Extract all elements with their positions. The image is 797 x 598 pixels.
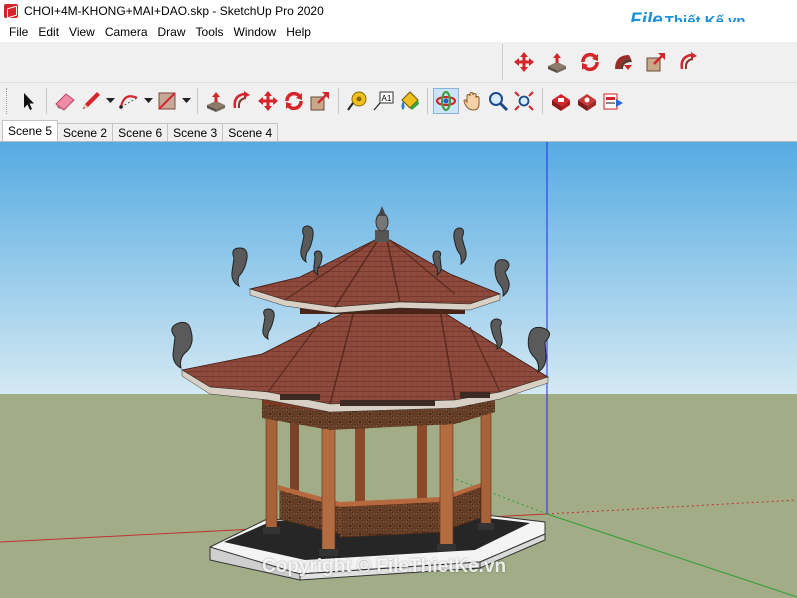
orbit-icon[interactable] [433,87,459,114]
tab-scene-2[interactable]: Scene 2 [57,123,114,141]
menu-help[interactable]: Help [281,25,316,39]
paint-bucket-icon[interactable] [396,88,422,114]
window-title: CHOI+4M-KHONG+MAI+DAO.skp - SketchUp Pro… [24,4,324,18]
menu-edit[interactable]: Edit [33,25,64,39]
tab-scene-3[interactable]: Scene 3 [167,123,224,141]
tab-scene-5[interactable]: Scene 5 [2,120,59,141]
follow-me-icon[interactable] [610,49,636,75]
rotate-icon[interactable] [281,88,307,114]
move-icon[interactable] [255,88,281,114]
model-viewport[interactable] [0,141,797,598]
tab-scene-6[interactable]: Scene 6 [112,123,169,141]
viewport-canvas[interactable] [0,142,797,598]
pencil-icon[interactable] [78,88,104,114]
move-icon[interactable] [511,49,537,75]
tape-measure-icon[interactable] [344,88,370,114]
toolbar-separator [197,87,198,114]
menu-draw[interactable]: Draw [153,25,191,39]
zoom-icon[interactable] [485,88,511,114]
menu-file[interactable]: File [4,25,33,39]
scene-tabs: Scene 5 Scene 2 Scene 6 Scene 3 Scene 4 [0,119,797,141]
menu-camera[interactable]: Camera [100,25,153,39]
pan-icon[interactable] [459,88,485,114]
toolbar-grip[interactable] [6,87,9,114]
menu-view[interactable]: View [64,25,100,39]
send-layout-icon[interactable] [600,88,626,114]
scale-icon[interactable] [643,49,669,75]
menu-bar: File Edit View Camera Draw Tools Window … [0,22,797,42]
text-icon[interactable]: A1 [370,88,396,114]
rectangle-icon[interactable] [154,88,180,114]
toolbar-separator [46,87,47,114]
toolbar-separator [338,87,339,114]
zoom-extents-icon[interactable] [511,88,537,114]
extension-warehouse-icon[interactable] [574,88,600,114]
toolbar-separator [542,87,543,114]
arc-icon[interactable] [116,88,142,114]
menu-window[interactable]: Window [229,25,282,39]
rectangle-dropdown-icon[interactable] [180,88,192,114]
select-icon[interactable] [15,88,41,114]
menu-tools[interactable]: Tools [191,25,229,39]
push-pull-icon[interactable] [203,88,229,114]
pencil-dropdown-icon[interactable] [104,88,116,114]
warehouse-icon[interactable] [548,88,574,114]
eraser-icon[interactable] [52,88,78,114]
rotate-icon[interactable] [577,49,603,75]
main-toolbar: A1 [0,82,797,118]
tab-scene-4[interactable]: Scene 4 [222,123,279,141]
edit-toolbar [502,44,714,80]
toolbar-separator [427,87,428,114]
scale-icon[interactable] [307,88,333,114]
push-pull-icon[interactable] [544,49,570,75]
arc-dropdown-icon[interactable] [142,88,154,114]
sketchup-app-icon [4,4,18,18]
offset-icon[interactable] [676,49,702,75]
follow-me-icon[interactable] [229,88,255,114]
copyright-watermark: Copyright © FileThietKe.vn [262,556,507,577]
text-tool-label: A1 [382,94,392,103]
